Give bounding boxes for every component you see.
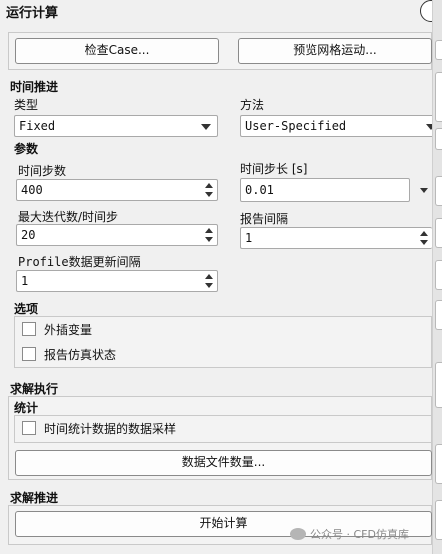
chevron-down-icon[interactable] — [420, 188, 428, 193]
type-value: Fixed — [19, 119, 56, 133]
max-iterations-label: 最大迭代数/时间步 — [18, 210, 119, 224]
side-panel-edge — [435, 72, 442, 122]
side-panel-edge — [435, 40, 442, 60]
profile-update-input[interactable]: 1 — [16, 270, 218, 292]
side-panel-edge — [435, 176, 442, 206]
side-scroll-strip — [432, 0, 442, 554]
spin-down-icon[interactable] — [205, 192, 213, 197]
spin-up-icon[interactable] — [205, 183, 213, 188]
side-panel-edge — [435, 300, 442, 330]
extrapolate-checkbox[interactable] — [22, 322, 36, 336]
solve-advance-heading: 求解推进 — [10, 491, 59, 505]
spin-up-icon[interactable] — [205, 274, 213, 279]
time-steps-label: 时间步数 — [18, 164, 67, 178]
time-advance-heading: 时间推进 — [10, 80, 59, 94]
side-panel-edge — [435, 500, 442, 540]
extrapolate-label: 外插变量 — [44, 323, 93, 337]
time-step-size-label: 时间步长 [s] — [240, 162, 308, 176]
report-status-label: 报告仿真状态 — [44, 348, 117, 362]
report-status-checkbox[interactable] — [22, 347, 36, 361]
options-heading: 选项 — [14, 302, 39, 316]
solve-execution-heading: 求解执行 — [10, 382, 59, 396]
spin-down-icon[interactable] — [205, 283, 213, 288]
spin-down-icon[interactable] — [420, 240, 428, 245]
preview-mesh-motion-button[interactable]: 预览网格运动... — [238, 38, 432, 64]
statistics-label: 统计 — [14, 401, 39, 415]
sampling-checkbox[interactable] — [22, 421, 36, 435]
max-iterations-input[interactable]: 20 — [16, 224, 218, 246]
check-case-button[interactable]: 检查Case... — [15, 38, 219, 64]
side-panel-edge — [435, 444, 442, 484]
method-dropdown[interactable]: User-Specified — [240, 115, 440, 137]
spin-up-icon[interactable] — [205, 228, 213, 233]
panel-title: 运行计算 — [6, 6, 59, 21]
time-steps-value: 400 — [21, 183, 43, 197]
report-interval-label: 报告间隔 — [240, 212, 289, 226]
spin-up-icon[interactable] — [420, 231, 428, 236]
max-iterations-value: 20 — [21, 228, 36, 242]
run-calculation-panel: 运行计算 检查Case... 预览网格运动... 时间推进 类型 方法 Fixe… — [0, 0, 440, 554]
side-panel-edge — [435, 260, 442, 290]
method-value: User-Specified — [245, 119, 347, 133]
side-panel-edge — [435, 128, 442, 150]
wechat-icon — [290, 528, 306, 540]
spin-down-icon[interactable] — [205, 237, 213, 242]
type-dropdown[interactable]: Fixed — [14, 115, 218, 137]
data-file-quantity-button[interactable]: 数据文件数量... — [15, 450, 432, 476]
chevron-down-icon — [201, 124, 211, 130]
side-panel-edge — [435, 218, 442, 248]
report-interval-value: 1 — [245, 231, 253, 245]
side-panel-edge — [435, 362, 442, 408]
time-steps-input[interactable]: 400 — [16, 179, 218, 201]
watermark-text: 公众号 · CFD仿真库 — [310, 528, 409, 541]
profile-update-label: Profile数据更新间隔 — [18, 255, 141, 269]
time-step-size-value: 0.01 — [245, 183, 274, 197]
params-heading: 参数 — [14, 142, 39, 156]
report-interval-input[interactable]: 1 — [240, 227, 432, 249]
sampling-label: 时间统计数据的数据采样 — [44, 422, 177, 436]
type-label: 类型 — [14, 98, 39, 112]
time-step-size-input[interactable]: 0.01 — [240, 178, 410, 202]
profile-update-value: 1 — [21, 274, 29, 288]
method-label: 方法 — [240, 98, 265, 112]
